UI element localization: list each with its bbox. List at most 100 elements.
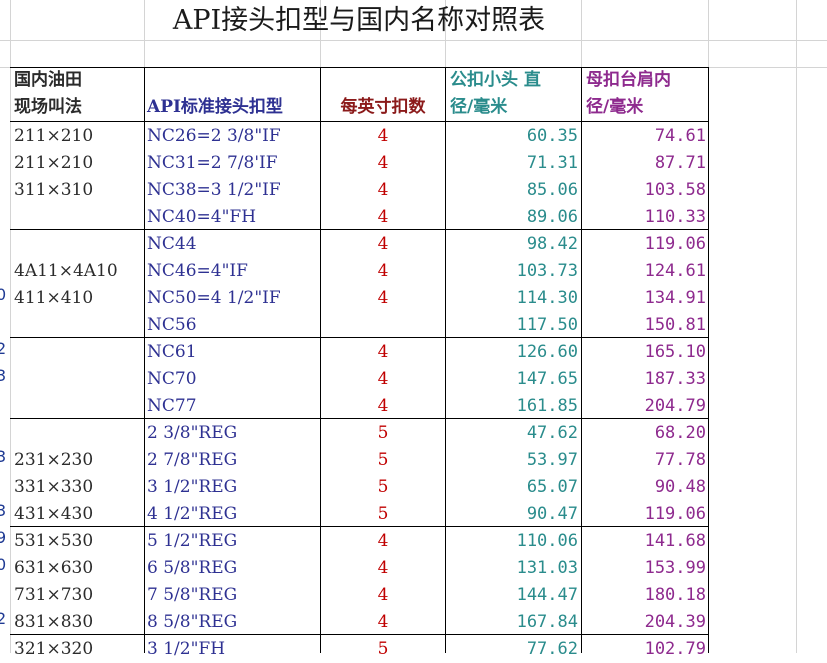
cell-box-diameter[interactable]: 165.10 — [582, 339, 706, 366]
cell-api-type[interactable]: NC77 — [147, 393, 319, 420]
cell-pin-diameter[interactable]: 126.60 — [446, 339, 578, 366]
cell-api-type[interactable]: NC44 — [147, 231, 319, 258]
cell-tpi[interactable]: 4 — [321, 231, 445, 258]
cell-local-name[interactable]: 731×730 — [14, 582, 142, 609]
cell-box-diameter[interactable]: 103.58 — [582, 177, 706, 204]
table-row[interactable]: 331×330 3 1/2"REG 5 65.07 90.48 — [0, 474, 827, 501]
cell-api-type[interactable]: NC61 — [147, 339, 319, 366]
cell-pin-diameter[interactable]: 53.97 — [446, 447, 578, 474]
table-row[interactable]: 0 631×630 6 5/8"REG 4 131.03 153.99 — [0, 555, 827, 582]
cell-box-diameter[interactable]: 90.48 — [582, 474, 706, 501]
cell-api-type[interactable]: 3 1/2"REG — [147, 474, 319, 501]
table-row[interactable]: NC77 4 161.85 204.79 — [0, 393, 827, 420]
cell-box-diameter[interactable]: 141.68 — [582, 528, 706, 555]
table-row[interactable]: 2 3/8"REG 5 47.62 68.20 — [0, 420, 827, 447]
cell-tpi[interactable]: 4 — [321, 204, 445, 231]
table-row[interactable]: 211×210 NC26=2 3/8"IF 4 60.35 74.61 — [0, 123, 827, 150]
cell-tpi[interactable]: 4 — [321, 609, 445, 636]
cell-api-type[interactable]: NC70 — [147, 366, 319, 393]
cell-api-type[interactable]: NC26=2 3/8"IF — [147, 123, 319, 150]
cell-pin-diameter[interactable]: 89.06 — [446, 204, 578, 231]
cell-local-name[interactable]: 231×230 — [14, 447, 142, 474]
cell-local-name[interactable]: 321×320 — [14, 636, 142, 663]
cell-pin-diameter[interactable]: 114.30 — [446, 285, 578, 312]
cell-api-type[interactable]: NC40=4"FH — [147, 204, 319, 231]
cell-local-name[interactable] — [14, 339, 142, 366]
cell-pin-diameter[interactable]: 147.65 — [446, 366, 578, 393]
cell-box-diameter[interactable]: 204.39 — [582, 609, 706, 636]
cell-pin-diameter[interactable]: 131.03 — [446, 555, 578, 582]
cell-box-diameter[interactable]: 124.61 — [582, 258, 706, 285]
cell-api-type[interactable]: 2 3/8"REG — [147, 420, 319, 447]
cell-api-type[interactable]: NC46=4"IF — [147, 258, 319, 285]
cell-pin-diameter[interactable]: 77.62 — [446, 636, 578, 663]
cell-tpi[interactable]: 4 — [321, 366, 445, 393]
cell-local-name[interactable] — [14, 204, 142, 231]
cell-tpi[interactable]: 5 — [321, 447, 445, 474]
cell-box-diameter[interactable]: 119.06 — [582, 231, 706, 258]
cell-tpi[interactable]: 5 — [321, 501, 445, 528]
cell-api-type[interactable]: 6 5/8"REG — [147, 555, 319, 582]
cell-pin-diameter[interactable]: 144.47 — [446, 582, 578, 609]
cell-tpi[interactable]: 4 — [321, 582, 445, 609]
cell-api-type[interactable]: NC56 — [147, 312, 319, 339]
cell-api-type[interactable]: 3 1/2"FH — [147, 636, 319, 663]
cell-api-type[interactable]: 4 1/2"REG — [147, 501, 319, 528]
table-row[interactable]: 2 NC61 4 126.60 165.10 — [0, 339, 827, 366]
cell-tpi[interactable]: 5 — [321, 636, 445, 663]
cell-api-type[interactable]: NC50=4 1/2"IF — [147, 285, 319, 312]
cell-pin-diameter[interactable]: 47.62 — [446, 420, 578, 447]
cell-api-type[interactable]: NC31=2 7/8'IF — [147, 150, 319, 177]
cell-box-diameter[interactable]: 87.71 — [582, 150, 706, 177]
table-row[interactable]: 2 831×830 8 5/8"REG 4 167.84 204.39 — [0, 609, 827, 636]
cell-tpi[interactable] — [321, 312, 445, 339]
cell-pin-diameter[interactable]: 110.06 — [446, 528, 578, 555]
cell-pin-diameter[interactable]: 103.73 — [446, 258, 578, 285]
cell-pin-diameter[interactable]: 60.35 — [446, 123, 578, 150]
table-row[interactable]: 311×310 NC38=3 1/2"IF 4 85.06 103.58 — [0, 177, 827, 204]
cell-local-name[interactable]: 211×210 — [14, 150, 142, 177]
table-row[interactable]: 211×210 NC31=2 7/8'IF 4 71.31 87.71 — [0, 150, 827, 177]
cell-api-type[interactable]: 7 5/8"REG — [147, 582, 319, 609]
cell-local-name[interactable] — [14, 420, 142, 447]
cell-pin-diameter[interactable]: 71.31 — [446, 150, 578, 177]
cell-box-diameter[interactable]: 102.79 — [582, 636, 706, 663]
cell-local-name[interactable]: 431×430 — [14, 501, 142, 528]
cell-local-name[interactable]: 531×530 — [14, 528, 142, 555]
table-row[interactable]: NC40=4"FH 4 89.06 110.33 — [0, 204, 827, 231]
cell-box-diameter[interactable]: 119.06 — [582, 501, 706, 528]
cell-tpi[interactable]: 4 — [321, 393, 445, 420]
cell-box-diameter[interactable]: 187.33 — [582, 366, 706, 393]
cell-box-diameter[interactable]: 204.79 — [582, 393, 706, 420]
cell-box-diameter[interactable]: 110.33 — [582, 204, 706, 231]
cell-local-name[interactable]: 831×830 — [14, 609, 142, 636]
cell-tpi[interactable]: 4 — [321, 177, 445, 204]
cell-api-type[interactable]: 2 7/8"REG — [147, 447, 319, 474]
cell-pin-diameter[interactable]: 98.42 — [446, 231, 578, 258]
table-row[interactable]: 3 431×430 4 1/2"REG 5 90.47 119.06 — [0, 501, 827, 528]
table-row[interactable]: 321×320 3 1/2"FH 5 77.62 102.79 — [0, 636, 827, 663]
cell-pin-diameter[interactable]: 65.07 — [446, 474, 578, 501]
cell-tpi[interactable]: 4 — [321, 339, 445, 366]
table-row[interactable]: 731×730 7 5/8"REG 4 144.47 180.18 — [0, 582, 827, 609]
cell-box-diameter[interactable]: 68.20 — [582, 420, 706, 447]
cell-box-diameter[interactable]: 77.78 — [582, 447, 706, 474]
cell-pin-diameter[interactable]: 117.50 — [446, 312, 578, 339]
cell-local-name[interactable]: 331×330 — [14, 474, 142, 501]
cell-box-diameter[interactable]: 180.18 — [582, 582, 706, 609]
cell-box-diameter[interactable]: 150.81 — [582, 312, 706, 339]
table-row[interactable]: 4A11×4A10 NC46=4"IF 4 103.73 124.61 — [0, 258, 827, 285]
cell-local-name[interactable] — [14, 393, 142, 420]
cell-api-type[interactable]: 8 5/8"REG — [147, 609, 319, 636]
cell-tpi[interactable]: 4 — [321, 285, 445, 312]
table-row[interactable]: 9 531×530 5 1/2"REG 4 110.06 141.68 — [0, 528, 827, 555]
cell-box-diameter[interactable]: 74.61 — [582, 123, 706, 150]
cell-tpi[interactable]: 4 — [321, 150, 445, 177]
table-row[interactable]: NC44 4 98.42 119.06 — [0, 231, 827, 258]
cell-api-type[interactable]: NC38=3 1/2"IF — [147, 177, 319, 204]
cell-pin-diameter[interactable]: 90.47 — [446, 501, 578, 528]
spreadsheet-grid[interactable]: API接头扣型与国内名称对照表 国内油田 现场叫法 API标准接头扣型 每英寸扣… — [0, 0, 827, 659]
cell-local-name[interactable]: 311×310 — [14, 177, 142, 204]
cell-local-name[interactable] — [14, 366, 142, 393]
cell-box-diameter[interactable]: 153.99 — [582, 555, 706, 582]
